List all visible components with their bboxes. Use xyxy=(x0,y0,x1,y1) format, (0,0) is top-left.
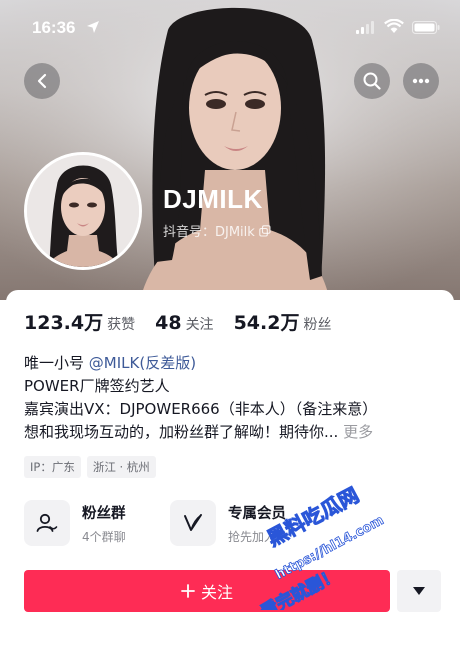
plus-icon xyxy=(181,584,195,598)
stat-followers-value: 54.2万 xyxy=(233,312,300,334)
follow-button-label: 关注 xyxy=(200,583,233,602)
stat-following-value: 48 xyxy=(155,312,182,334)
membership-title: 专属会员 xyxy=(228,505,286,522)
stat-likes-value: 123.4万 xyxy=(24,312,104,334)
ellipsis-icon xyxy=(412,78,430,84)
triangle-down-icon xyxy=(413,587,425,595)
follow-options-dropdown[interactable] xyxy=(397,570,441,612)
membership-entry[interactable]: 专属会员 抢先加入 xyxy=(170,500,286,546)
bio-more-link[interactable]: 更多 xyxy=(343,423,373,441)
bio-line-1: 唯一小号 @MILK(反差版) xyxy=(24,352,377,375)
stat-likes[interactable]: 123.4万 获赞 xyxy=(24,308,135,335)
copy-icon[interactable] xyxy=(259,224,271,237)
status-time: 16:36 xyxy=(32,18,76,37)
tag-ip-location: IP：广东 xyxy=(24,456,81,478)
stat-followers[interactable]: 54.2万 粉丝 xyxy=(234,308,332,335)
membership-v-icon xyxy=(184,514,202,531)
bio-line-4: 想和我现场互动的，加粉丝群了解呦！期待你... 更多 xyxy=(24,421,377,444)
status-bar: 16:36 xyxy=(0,0,460,48)
douyin-id-row[interactable]: 抖音号：DJMilk xyxy=(163,221,271,240)
search-button[interactable] xyxy=(354,63,390,99)
douyin-id: 抖音号：DJMilk xyxy=(163,225,255,240)
bio-line-3: 嘉宾演出VX：DJPOWER666（非本人）（备注来意） xyxy=(24,400,378,418)
profile-name: DJMILK xyxy=(163,184,263,214)
cellular-signal-icon xyxy=(356,21,374,34)
stat-following-label: 关注 xyxy=(185,317,214,333)
fan-group-icon-box xyxy=(24,500,70,546)
avatar-photo xyxy=(27,155,139,267)
wifi-icon xyxy=(384,19,404,33)
membership-icon-box xyxy=(170,500,216,546)
stat-following[interactable]: 48 关注 xyxy=(155,312,213,334)
fan-group-icon xyxy=(36,513,58,532)
bio-line-2: POWER厂牌签约艺人 xyxy=(24,377,170,395)
fan-group-subtitle: 4个群聊 xyxy=(82,529,126,544)
fan-group-entry[interactable]: 粉丝群 4个群聊 xyxy=(24,500,126,546)
more-options-button[interactable] xyxy=(403,63,439,99)
back-button[interactable] xyxy=(24,63,60,99)
fan-group-title: 粉丝群 xyxy=(82,505,126,522)
profile-stats: 123.4万 获赞 48 关注 54.2万 粉丝 xyxy=(24,308,351,335)
bio-line-1-prefix: 唯一小号 xyxy=(24,354,85,372)
bio-line-4-text: 想和我现场互动的，加粉丝群了解呦！期待你... xyxy=(24,423,339,441)
battery-icon xyxy=(412,21,440,34)
profile-bio: 唯一小号 @MILK(反差版) POWER厂牌签约艺人 嘉宾演出VX：DJPOW… xyxy=(24,352,377,444)
follow-button[interactable]: 关注 xyxy=(24,570,390,612)
search-icon xyxy=(363,72,381,90)
profile-cover: 16:36 DJMILK 抖音号：DJMilk xyxy=(0,0,460,300)
profile-info-panel: 123.4万 获赞 48 关注 54.2万 粉丝 唯一小号 @MILK(反差版)… xyxy=(6,290,454,646)
bio-mention-link[interactable]: @MILK(反差版) xyxy=(89,354,196,372)
profile-tags: IP：广东 浙江 · 杭州 xyxy=(24,456,156,478)
stat-followers-label: 粉丝 xyxy=(303,317,332,333)
chevron-left-icon xyxy=(37,73,47,89)
membership-subtitle: 抢先加入 xyxy=(228,529,277,544)
stat-likes-label: 获赞 xyxy=(107,317,136,333)
location-arrow-icon xyxy=(87,21,99,33)
avatar[interactable] xyxy=(24,152,142,270)
tag-city: 浙江 · 杭州 xyxy=(86,456,156,478)
